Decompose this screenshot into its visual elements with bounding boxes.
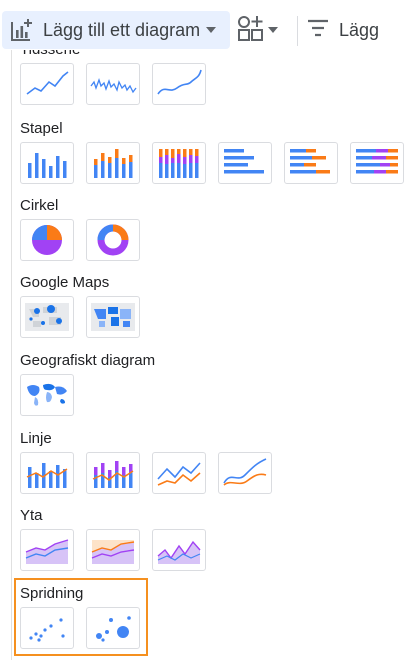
- section-title-geo: Geografiskt diagram: [20, 352, 156, 369]
- chart-type-100-stacked-area[interactable]: [152, 529, 206, 571]
- chevron-down-icon: [206, 27, 217, 33]
- chart-type-stacked-column[interactable]: [86, 142, 140, 184]
- chart-type-filled-map[interactable]: [86, 296, 140, 338]
- chart-type-combo[interactable]: [20, 452, 74, 494]
- chart-type-column[interactable]: [20, 142, 74, 184]
- chart-type-menu: Tidsserie Stapel: [11, 50, 411, 660]
- chart-type-donut[interactable]: [86, 219, 140, 261]
- chart-type-geo-chart[interactable]: [20, 374, 74, 416]
- scatter-section-highlight: [14, 578, 148, 656]
- chart-type-time-series[interactable]: [20, 63, 74, 105]
- add-control-button[interactable]: [236, 11, 286, 49]
- section-title-google-maps: Google Maps: [20, 274, 110, 291]
- section-title-area: Yta: [20, 507, 43, 524]
- chart-type-stacked-combo[interactable]: [86, 452, 140, 494]
- add-chart-icon: [8, 16, 36, 44]
- chart-type-stacked-area[interactable]: [86, 529, 140, 571]
- chart-type-line[interactable]: [152, 452, 206, 494]
- toolbar-divider: [297, 16, 298, 46]
- chart-type-sparkline[interactable]: [86, 63, 140, 105]
- add-chart-button[interactable]: Lägg till ett diagram: [2, 11, 230, 49]
- chart-type-bubble-map[interactable]: [20, 296, 74, 338]
- chart-type-pie[interactable]: [20, 219, 74, 261]
- chart-type-smoothed-time-series[interactable]: [152, 63, 206, 105]
- filter-icon: [305, 15, 331, 46]
- section-title-combo: Linje: [20, 430, 52, 447]
- add-filter-label: Lägg: [339, 19, 380, 40]
- add-control-icon: [236, 14, 264, 47]
- chart-type-100-stacked-column[interactable]: [152, 142, 206, 184]
- chart-type-area[interactable]: [20, 529, 74, 571]
- section-title-pie: Cirkel: [20, 197, 59, 214]
- section-title-bar: Stapel: [20, 120, 63, 137]
- chart-type-stacked-bar[interactable]: [284, 142, 338, 184]
- add-filter-button[interactable]: Lägg: [305, 11, 411, 49]
- chart-type-bar[interactable]: [218, 142, 272, 184]
- section-title-timeseries: Tidsserie: [20, 50, 80, 58]
- add-chart-label: Lägg till ett diagram: [43, 19, 201, 40]
- chart-type-100-stacked-bar[interactable]: [350, 142, 404, 184]
- toolbar: Lägg till ett diagram Lägg: [0, 0, 411, 50]
- chevron-down-icon: [268, 27, 278, 33]
- chart-type-smoothed-line[interactable]: [218, 452, 272, 494]
